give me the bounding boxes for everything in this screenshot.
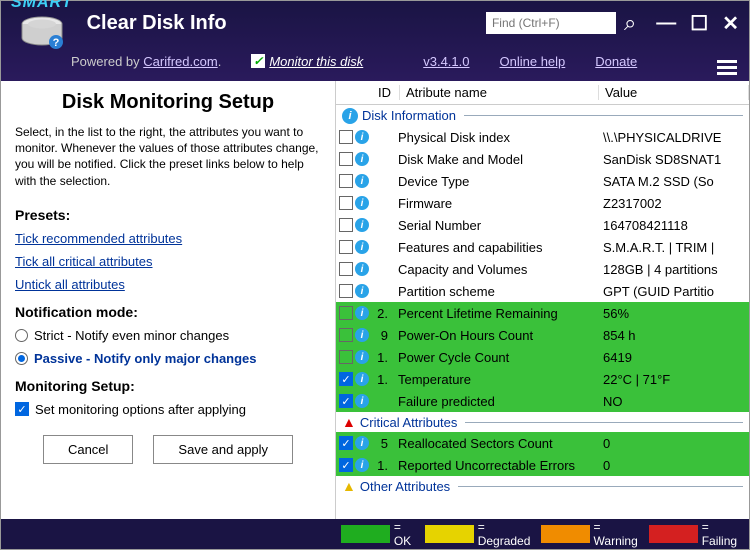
help-link[interactable]: Online help [500, 54, 566, 69]
attribute-checkbox[interactable] [339, 218, 353, 232]
col-name[interactable]: Atribute name [400, 85, 599, 100]
attribute-checkbox[interactable] [339, 174, 353, 188]
attribute-row[interactable]: i2.Percent Lifetime Remaining56% [336, 302, 749, 324]
info-icon[interactable]: i [355, 306, 369, 320]
attribute-checkbox[interactable] [339, 350, 353, 364]
vendor-link[interactable]: Carifred.com [143, 54, 217, 69]
swatch-degraded [425, 525, 474, 543]
app-title: Clear Disk Info [87, 12, 227, 35]
column-headers: ID Atribute name Value [336, 81, 749, 105]
swatch-warning [541, 525, 590, 543]
attribute-row[interactable]: iFirmwareZ2317002 [336, 192, 749, 214]
col-value[interactable]: Value [599, 85, 749, 100]
panel-heading: Disk Monitoring Setup [15, 91, 321, 114]
preset-critical[interactable]: Tick all critical attributes [15, 254, 321, 269]
attribute-checkbox[interactable] [339, 152, 353, 166]
donate-link[interactable]: Donate [595, 54, 637, 69]
info-icon[interactable]: i [355, 262, 369, 276]
title-bar: SMART ? Clear Disk Info ⌕ — ☐ ✕ Powered … [1, 1, 749, 81]
attribute-checkbox[interactable] [339, 262, 353, 276]
info-icon[interactable]: i [355, 350, 369, 364]
attributes-panel: ID Atribute name Value iDisk Information… [336, 81, 749, 519]
minimize-button[interactable]: — [656, 12, 676, 35]
cancel-button[interactable]: Cancel [43, 435, 133, 464]
attribute-row[interactable]: i1.Power Cycle Count6419 [336, 346, 749, 368]
attribute-row[interactable]: i5Reallocated Sectors Count0 [336, 432, 749, 454]
attribute-checkbox[interactable] [339, 284, 353, 298]
attribute-checkbox[interactable] [339, 372, 353, 386]
swatch-ok [341, 525, 390, 543]
preset-recommended[interactable]: Tick recommended attributes [15, 231, 321, 246]
attribute-row[interactable]: iSerial Number164708421118 [336, 214, 749, 236]
info-icon[interactable]: i [355, 174, 369, 188]
info-icon: i [342, 107, 358, 124]
preset-untick[interactable]: Untick all attributes [15, 277, 321, 292]
powered-by: Powered by Carifred.com. [71, 54, 221, 69]
attribute-checkbox[interactable] [339, 196, 353, 210]
attribute-checkbox[interactable] [339, 328, 353, 342]
close-button[interactable]: ✕ [722, 11, 739, 36]
presets-heading: Presets: [15, 207, 321, 223]
attribute-checkbox[interactable] [339, 306, 353, 320]
col-id[interactable]: ID [372, 85, 400, 100]
attribute-checkbox[interactable] [339, 240, 353, 254]
info-icon[interactable]: i [355, 218, 369, 232]
info-icon[interactable]: i [355, 152, 369, 166]
attribute-checkbox[interactable] [339, 130, 353, 144]
radio-strict[interactable]: Strict - Notify even minor changes [15, 328, 321, 343]
info-icon[interactable]: i [355, 436, 369, 450]
smart-label: SMART [11, 0, 73, 12]
attribute-row[interactable]: iCapacity and Volumes128GB | 4 partition… [336, 258, 749, 280]
radio-passive[interactable]: Passive - Notify only major changes [15, 351, 321, 366]
swatch-failing [649, 525, 698, 543]
attribute-checkbox[interactable] [339, 458, 353, 472]
section-header: ▲Critical Attributes [336, 412, 749, 432]
search-icon[interactable]: ⌕ [624, 10, 636, 36]
info-icon[interactable]: i [355, 372, 369, 386]
info-icon[interactable]: i [355, 284, 369, 298]
section-header: ▲Other Attributes [336, 476, 749, 496]
attribute-row[interactable]: iPhysical Disk index\\.\PHYSICALDRIVE [336, 126, 749, 148]
save-button[interactable]: Save and apply [153, 435, 293, 464]
attribute-list[interactable]: iDisk InformationiPhysical Disk index\\.… [336, 105, 749, 519]
search-input[interactable] [486, 12, 616, 34]
critical-icon: ▲ [342, 414, 356, 430]
info-icon[interactable]: i [355, 196, 369, 210]
attribute-row[interactable]: i9Power-On Hours Count854 h [336, 324, 749, 346]
attribute-row[interactable]: iDevice TypeSATA M.2 SSD (So [336, 170, 749, 192]
version-link[interactable]: v3.4.1.0 [423, 54, 469, 69]
attribute-row[interactable]: iFeatures and capabilitiesS.M.A.R.T. | T… [336, 236, 749, 258]
attribute-row[interactable]: i1.Temperature22°C | 71°F [336, 368, 749, 390]
monitor-disk-checkbox[interactable]: ✓Monitor this disk [251, 54, 363, 69]
attribute-row[interactable]: iDisk Make and ModelSanDisk SD8SNAT1 [336, 148, 749, 170]
info-icon[interactable]: i [355, 394, 369, 408]
warning-icon: ▲ [342, 478, 356, 494]
attribute-checkbox[interactable] [339, 436, 353, 450]
attribute-row[interactable]: i1.Reported Uncorrectable Errors0 [336, 454, 749, 476]
notification-heading: Notification mode: [15, 304, 321, 320]
attribute-checkbox[interactable] [339, 394, 353, 408]
set-options-checkbox[interactable]: Set monitoring options after applying [15, 402, 321, 417]
monitoring-setup-heading: Monitoring Setup: [15, 378, 321, 394]
info-icon[interactable]: i [355, 240, 369, 254]
info-icon[interactable]: i [355, 328, 369, 342]
menu-icon[interactable] [717, 60, 737, 75]
section-header: iDisk Information [336, 105, 749, 126]
info-icon[interactable]: i [355, 130, 369, 144]
info-icon[interactable]: i [355, 458, 369, 472]
attribute-row[interactable]: iFailure predictedNO [336, 390, 749, 412]
setup-panel: Disk Monitoring Setup Select, in the lis… [1, 81, 336, 519]
panel-description: Select, in the list to the right, the at… [15, 124, 321, 189]
maximize-button[interactable]: ☐ [690, 11, 708, 36]
status-bar: = OK = Degraded = Warning = Failing [1, 519, 749, 549]
attribute-row[interactable]: iPartition schemeGPT (GUID Partitio [336, 280, 749, 302]
